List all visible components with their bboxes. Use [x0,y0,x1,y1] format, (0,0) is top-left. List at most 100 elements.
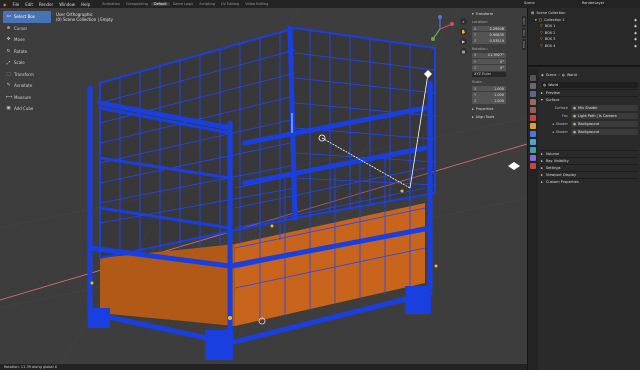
visibility-eye-icon[interactable]: ◉ [634,44,637,48]
section-surface[interactable]: ▾ Surface [541,96,638,103]
field-value: 2.29508 [489,26,504,31]
particles-tab-icon[interactable] [530,139,536,145]
scene-selector[interactable]: Scene [524,1,535,5]
view-layer-tab-icon[interactable] [530,99,536,105]
tool-tab-icon[interactable] [530,75,536,81]
properties-panel-header[interactable]: ▸ Properties [472,106,522,112]
section-viewport-display[interactable]: ▸ Viewport Display [541,171,638,178]
outliner-item-label: BOX 4 [544,43,556,48]
shader-1-row: ▸ Shader ● Background [541,120,638,127]
section-volume[interactable]: ▸ Volume [541,150,638,157]
location-label: Location: [472,20,488,24]
tool-rotate[interactable]: ↻ Rotate [3,46,51,58]
rotation-mode-dropdown[interactable]: XYZ Euler [472,71,506,78]
mesh-triangle-icon: ▽ [540,37,543,42]
tool-scale[interactable]: ⤢ Scale [3,57,51,69]
right-editors: ▤ Scene Collection ▾ ▢ Collection 1 ◉ ▽ BOX 1… [527,8,640,370]
section-custom-properties[interactable]: ▸ Custom Properties [541,178,638,185]
chevron-down-icon: ▾ [541,98,543,102]
location-x-field[interactable]: X 2.29508 [472,25,506,32]
output-tab-icon[interactable] [530,91,536,97]
tab-view[interactable]: View [522,38,526,50]
visibility-eye-icon[interactable]: ◉ [634,18,637,22]
properties-tabs [528,69,538,370]
rotation-y-field[interactable]: Y 0° [472,58,506,65]
shader-2-value-field[interactable]: ● Background [571,128,638,135]
blender-logo-icon[interactable]: ◉ [0,2,10,7]
shader-1-value-field[interactable]: ● Background [571,120,638,127]
shader-1-key: ▸ Shader [541,122,571,126]
align-tools-panel-header[interactable]: ▸ Align Tools [472,114,522,120]
visibility-eye-icon[interactable]: ◉ [634,31,637,35]
rotation-z-field[interactable]: Z 0° [472,65,506,71]
tab-compositing[interactable]: Compositing [123,2,151,6]
3d-viewport[interactable]: ▭ Select Box ⊕ Cursor ✥ Move ↻ Rotate ⤢ Scale… [0,8,527,364]
camera-view-icon[interactable]: ▶ [460,38,467,45]
tab-uv-editing[interactable]: UV Editing [218,2,242,6]
field-value: 0° [500,66,504,71]
tool-measure[interactable]: ⟷ Measure [3,92,51,104]
chevron-right-icon: ▸ [541,152,543,156]
tool-shelf: ▭ Select Box ⊕ Cursor ✥ Move ↻ Rotate ⤢ Scale… [3,11,51,115]
tab-tool[interactable]: Tool [522,27,526,38]
tool-transform[interactable]: ⬚ Transform [3,69,51,81]
surface-row: Surface ● Mix Shader [541,104,638,111]
tool-move[interactable]: ✥ Move [3,34,51,46]
section-settings[interactable]: ▸ Settings [541,164,638,171]
scene-tab-icon[interactable] [530,107,536,113]
world-tab-icon[interactable] [530,115,536,121]
section-label: Volume [545,152,560,156]
menu-render[interactable]: Render [36,2,56,7]
view-layer-selector[interactable]: RenderLayer [582,1,604,5]
physics-tab-icon[interactable] [530,147,536,153]
tab-default[interactable]: Default [150,2,170,6]
tab-item[interactable]: Item [522,16,526,27]
properties-title: Properties [475,106,494,111]
rotation-x-field[interactable]: X 11.3927° [472,52,506,59]
scale-y-field[interactable]: Y 1.000 [472,92,506,98]
tab-scripting[interactable]: Scripting [196,2,218,6]
outliner-item-box-4[interactable]: ▽ BOX 4 ◉ [531,43,637,50]
tool-annotate[interactable]: ✎ Annotate [3,80,51,92]
material-tab-icon[interactable] [530,163,536,169]
section-label: Surface [545,98,560,102]
modifier-tab-icon[interactable] [530,131,536,137]
grid-view-icon[interactable]: ▦ [460,48,467,55]
select-box-icon: ▭ [6,14,11,20]
section-preview[interactable]: ▸ Preview [541,89,638,96]
tab-animation[interactable]: Animation [99,2,123,6]
constraints-tab-icon[interactable] [530,155,536,161]
menu-file[interactable]: File [10,2,23,7]
pan-hand-icon[interactable]: ✋ [460,28,467,35]
outliner-item-label: BOX 3 [544,37,556,42]
object-tab-icon[interactable] [530,123,536,129]
surface-key: Surface [554,105,568,110]
fac-value-field[interactable]: ● Light Path | Is Camera [571,112,638,119]
scale-z-field[interactable]: Z 1.000 [472,98,506,104]
fac-row: Fac ● Light Path | Is Camera [541,112,638,119]
zoom-icon[interactable]: ⌕ [460,18,467,25]
tool-add-cube[interactable]: ▣ Add Cube [3,103,51,115]
render-tab-icon[interactable] [530,83,536,89]
menu-help[interactable]: Help [78,2,93,7]
tool-cursor[interactable]: ⊕ Cursor [3,23,51,35]
scene-render [0,8,527,364]
properties-editor: ◈ Scene › ◍ World ◍ World ▸ Preview ▾ Surface S… [528,69,640,370]
scale-x-field[interactable]: X 1.000 [472,85,506,92]
world-datablock-field[interactable]: ◍ World [541,81,638,88]
visibility-eye-icon[interactable]: ◉ [634,37,637,41]
menu-window[interactable]: Window [56,2,78,7]
navigation-gizmo[interactable] [425,14,455,44]
shader-2-key: ▸ Shader [541,130,571,134]
tool-label: Select Box [14,14,36,20]
tab-game-logic[interactable]: Game Logic [170,2,197,6]
menu-edit[interactable]: Edit [22,2,36,7]
tool-select-box[interactable]: ▭ Select Box [3,11,51,23]
surface-value-field[interactable]: ● Mix Shader [571,104,638,111]
tab-video-editing[interactable]: Video Editing [242,2,271,6]
section-ray-visibility[interactable]: ▸ Ray Visibility [541,157,638,164]
transform-panel-header[interactable]: ▾ Transform [472,11,522,17]
location-y-field[interactable]: Y 0.90835 [472,32,506,38]
visibility-eye-icon[interactable]: ◉ [634,24,637,28]
location-z-field[interactable]: Z 0.53519 [472,38,506,44]
